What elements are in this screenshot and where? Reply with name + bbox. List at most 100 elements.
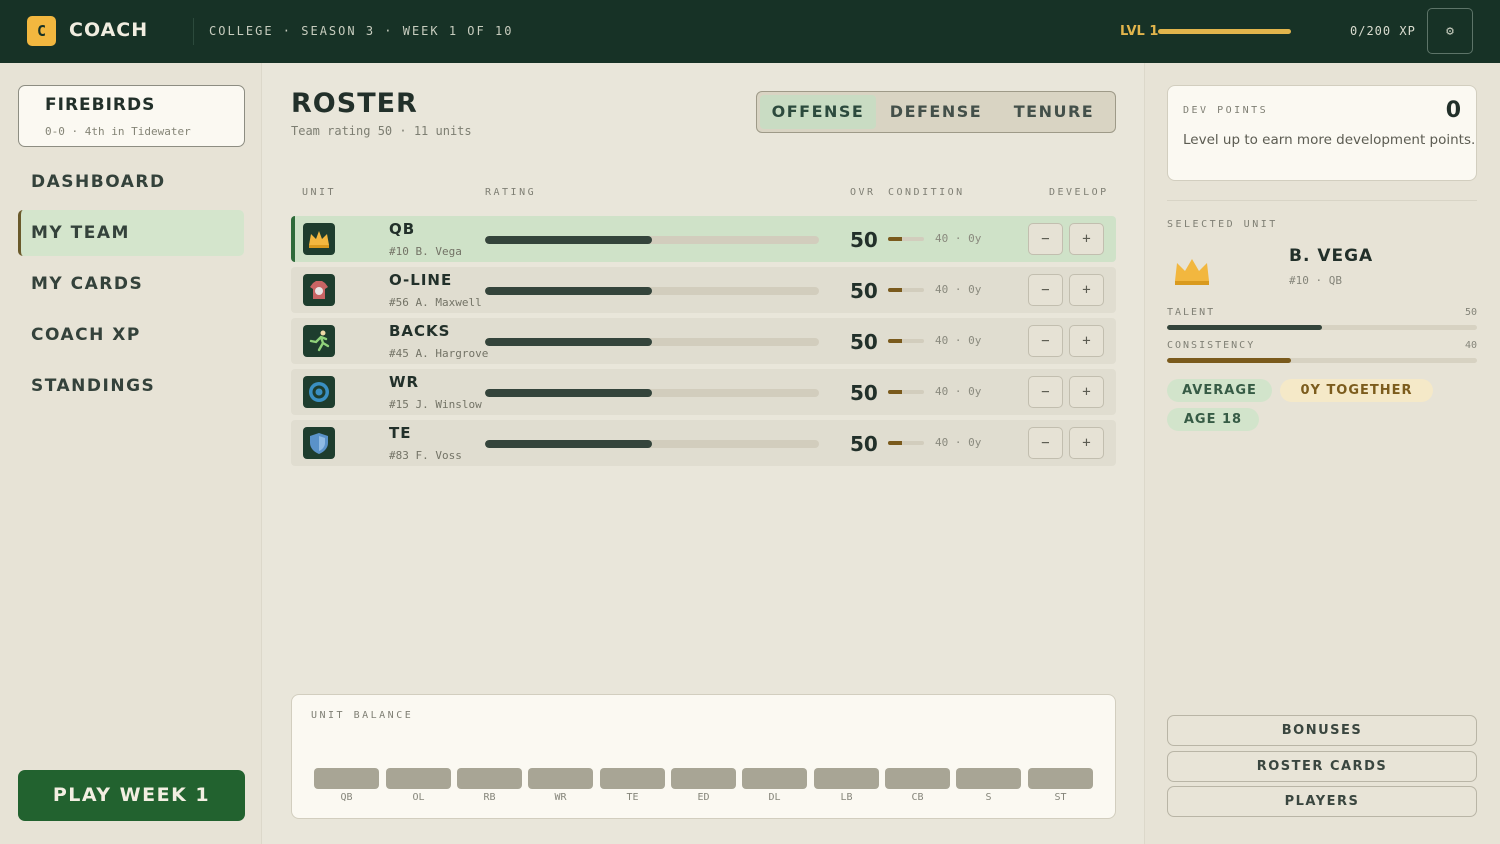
balance-label-qb: QB <box>340 792 353 803</box>
tab-offense[interactable]: OFFENSE <box>760 95 876 129</box>
panel-divider <box>1167 200 1477 201</box>
condition-bar <box>888 288 924 292</box>
develop-minus-button[interactable]: − <box>1028 274 1063 306</box>
condition-fill <box>888 339 903 343</box>
xp-progress-fill <box>1158 29 1291 34</box>
header-divider <box>193 18 194 45</box>
gear-icon: ⚙ <box>1446 24 1454 39</box>
page-title: ROSTER <box>291 88 418 119</box>
ovr-value: 50 <box>850 381 878 405</box>
condition-text: 40 · 0y <box>935 385 982 398</box>
consistency-bar <box>1167 358 1477 363</box>
balance-label-cb: CB <box>911 792 924 803</box>
talent-fill <box>1167 325 1322 330</box>
dev-points-note: Level up to earn more development points… <box>1183 132 1476 148</box>
condition-fill <box>888 237 903 241</box>
shirt-icon <box>303 274 335 306</box>
roster-row-backs[interactable]: BACKS #45 A. Hargrove 50 40 · 0y − + <box>291 318 1116 364</box>
dev-points-value: 0 <box>1445 98 1461 123</box>
condition-fill <box>888 288 903 292</box>
balance-bar-lb <box>814 768 879 789</box>
column-header-develop: DEVELOP <box>1049 187 1109 198</box>
condition-bar <box>888 237 924 241</box>
condition-fill <box>888 390 903 394</box>
rating-bar <box>485 338 819 346</box>
roster-row-o-line[interactable]: O-LINE #56 A. Maxwell 50 40 · 0y − + <box>291 267 1116 313</box>
balance-label-rb: RB <box>483 792 496 803</box>
dev-points-label: DEV POINTS <box>1183 105 1269 116</box>
rating-bar <box>485 236 819 244</box>
balance-bar-rb <box>457 768 522 789</box>
play-week-button[interactable]: PLAY WEEK 1 <box>18 770 245 821</box>
nav-item-standings[interactable]: STANDINGS <box>18 363 244 409</box>
dev-points-card: DEV POINTS 0 Level up to earn more devel… <box>1167 85 1477 181</box>
develop-minus-button[interactable]: − <box>1028 427 1063 459</box>
unit-player: #15 J. Winslow <box>389 398 482 411</box>
tag-together: 0Y TOGETHER <box>1280 379 1433 402</box>
develop-plus-button[interactable]: + <box>1069 376 1104 408</box>
crown-icon <box>303 223 335 255</box>
ovr-value: 50 <box>850 432 878 456</box>
unit-name: BACKS <box>389 322 451 340</box>
unit-balance-panel: UNIT BALANCE QB OL RB WR TE ED DL LB CB … <box>291 694 1116 819</box>
rating-fill <box>485 389 652 397</box>
nav-item-coach-xp[interactable]: COACH XP <box>18 312 244 358</box>
consistency-label: CONSISTENCY <box>1167 340 1256 351</box>
rating-fill <box>485 236 652 244</box>
players-button[interactable]: PLAYERS <box>1167 786 1477 817</box>
develop-minus-button[interactable]: − <box>1028 325 1063 357</box>
balance-bar-st <box>1028 768 1093 789</box>
rating-fill <box>485 440 652 448</box>
talent-bar <box>1167 325 1477 330</box>
condition-text: 40 · 0y <box>935 232 982 245</box>
unit-player: #10 B. Vega <box>389 245 462 258</box>
balance-bar-te <box>600 768 665 789</box>
top-bar: C COACH COLLEGE · SEASON 3 · WEEK 1 OF 1… <box>0 0 1500 63</box>
condition-text: 40 · 0y <box>935 436 982 449</box>
ovr-value: 50 <box>850 228 878 252</box>
unit-name: O-LINE <box>389 271 453 289</box>
develop-plus-button[interactable]: + <box>1069 223 1104 255</box>
develop-minus-button[interactable]: − <box>1028 376 1063 408</box>
column-header-ovr: OVR <box>850 187 876 198</box>
team-card[interactable]: FIREBIRDS 0-0 · 4th in Tidewater <box>18 85 245 147</box>
unit-player: #56 A. Maxwell <box>389 296 482 309</box>
develop-plus-button[interactable]: + <box>1069 427 1104 459</box>
bonuses-button[interactable]: BONUSES <box>1167 715 1477 746</box>
balance-label-wr: WR <box>554 792 567 803</box>
crown-icon <box>1172 255 1212 287</box>
team-name: FIREBIRDS <box>45 95 156 115</box>
logo-badge: C <box>27 16 56 46</box>
nav-item-my-team[interactable]: MY TEAM <box>18 210 244 256</box>
rating-bar <box>485 389 819 397</box>
xp-counter: 0/200 XP <box>1350 24 1416 38</box>
target-icon <box>303 376 335 408</box>
settings-button[interactable]: ⚙ <box>1427 8 1473 54</box>
consistency-fill <box>1167 358 1291 363</box>
unit-player: #83 F. Voss <box>389 449 462 462</box>
selected-unit-label: SELECTED UNIT <box>1167 219 1278 230</box>
balance-bar-qb <box>314 768 379 789</box>
runner-icon <box>303 325 335 357</box>
balance-label-ed: ED <box>697 792 710 803</box>
balance-bar-ol <box>386 768 451 789</box>
balance-label-te: TE <box>626 792 639 803</box>
balance-bar-cb <box>885 768 950 789</box>
xp-progress-bar <box>1158 29 1291 34</box>
roster-row-wr[interactable]: WR #15 J. Winslow 50 40 · 0y − + <box>291 369 1116 415</box>
tab-defense[interactable]: DEFENSE <box>878 95 994 129</box>
develop-minus-button[interactable]: − <box>1028 223 1063 255</box>
tab-tenure[interactable]: TENURE <box>996 95 1112 129</box>
column-header-condition: CONDITION <box>888 187 965 198</box>
roster-cards-button[interactable]: ROSTER CARDS <box>1167 751 1477 782</box>
rating-bar <box>485 287 819 295</box>
nav-item-dashboard[interactable]: DASHBOARD <box>18 159 244 205</box>
nav-item-my-cards[interactable]: MY CARDS <box>18 261 244 307</box>
roster-row-qb[interactable]: QB #10 B. Vega 50 40 · 0y − + <box>291 216 1116 262</box>
roster-row-te[interactable]: TE #83 F. Voss 50 40 · 0y − + <box>291 420 1116 466</box>
develop-plus-button[interactable]: + <box>1069 325 1104 357</box>
talent-label: TALENT <box>1167 307 1216 318</box>
develop-plus-button[interactable]: + <box>1069 274 1104 306</box>
balance-bar-wr <box>528 768 593 789</box>
rating-fill <box>485 338 652 346</box>
